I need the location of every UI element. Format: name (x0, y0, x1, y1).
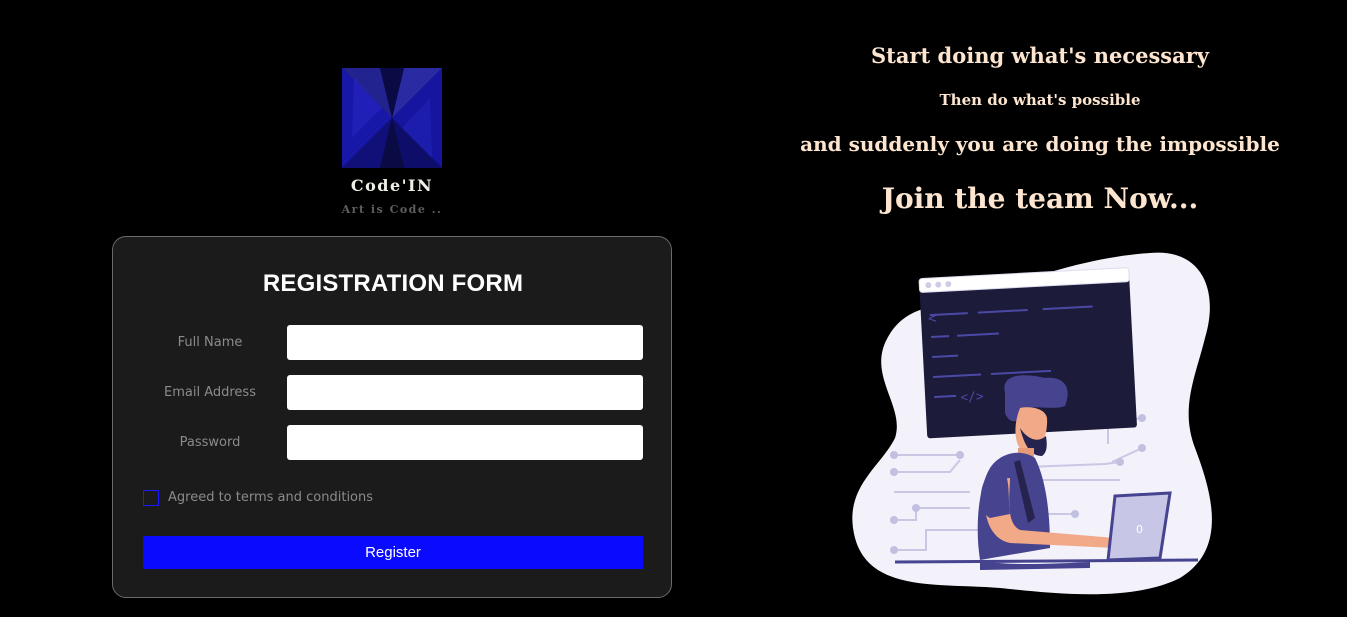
brand-name: Code'IN (350, 176, 434, 195)
quote-line-2: Then do what's possible (939, 91, 1141, 109)
code-symbol-text: </> (960, 389, 984, 405)
brand-tagline: Art is Code .. (341, 203, 443, 216)
password-label: Password (179, 435, 241, 450)
password-input[interactable] (287, 425, 643, 460)
terms-label[interactable]: Agreed to terms and conditions (168, 490, 373, 505)
registration-page: Code'IN Art is Code .. REGISTRATION FORM… (0, 0, 1347, 617)
email-address-label: Email Address (164, 385, 256, 400)
svg-text:<: < (928, 311, 937, 327)
registration-form-card: REGISTRATION FORM Full Name Email Addres… (112, 236, 672, 598)
full-name-label: Full Name (177, 335, 243, 350)
terms-checkbox[interactable] (143, 490, 159, 506)
join-team-heading: Join the team Now... (881, 182, 1199, 215)
form-title: REGISTRATION FORM (262, 270, 524, 297)
register-button[interactable]: Register (143, 536, 643, 569)
email-address-input[interactable] (287, 375, 643, 410)
quote-line-1: Start doing what's necessary (871, 43, 1209, 68)
developer-at-laptop-illustration: < </> 0 (850, 248, 1220, 598)
svg-text:0: 0 (1136, 523, 1143, 536)
code-in-logo-icon (342, 68, 442, 168)
full-name-input[interactable] (287, 325, 643, 360)
quote-line-3: and suddenly you are doing the impossibl… (800, 132, 1280, 156)
